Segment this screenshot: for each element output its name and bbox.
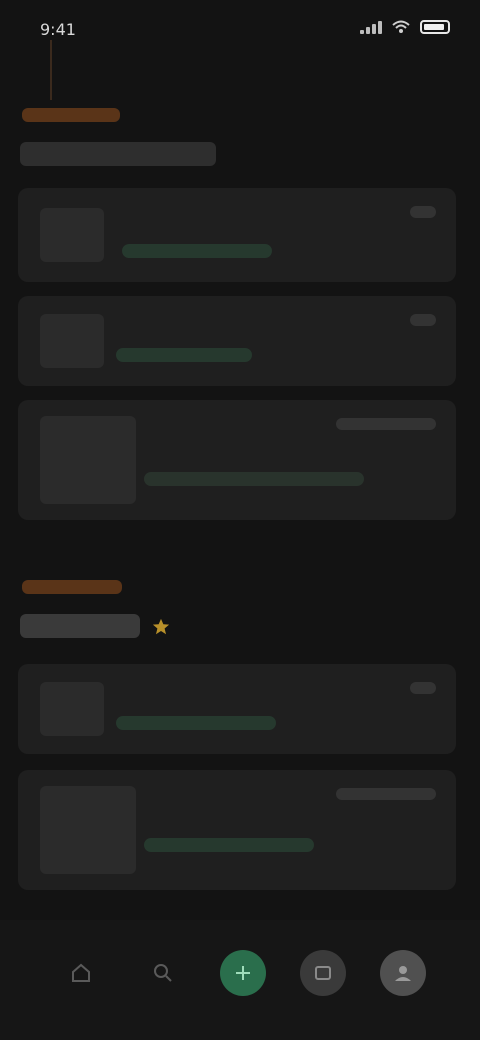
notification-card-4[interactable] [18,664,456,754]
card-thumbnail [40,314,104,368]
notification-card-2[interactable] [18,296,456,386]
nav-inbox-button[interactable] [300,950,346,996]
bottom-nav [0,920,480,1040]
status-icons [360,20,450,34]
nav-search-button[interactable] [140,950,186,996]
status-time: 9:41 [40,20,76,39]
notification-card-5[interactable] [18,770,456,890]
inbox-icon [315,966,331,980]
status-bar: 9:41 [0,0,480,60]
card-time-block [336,788,436,800]
home-icon [72,963,90,982]
battery-icon [420,20,450,34]
section-1-eyebrow-block [22,108,120,122]
card-time-block [410,682,436,694]
card-text-block [122,244,272,258]
card-text-block [144,472,364,486]
card-text-block [116,716,276,730]
wifi-icon [392,20,410,33]
notification-card-3[interactable] [18,400,456,520]
card-thumbnail [40,416,136,504]
card-time-block [410,314,436,326]
card-time-block [410,206,436,218]
search-icon [154,964,172,982]
notification-card-1[interactable] [18,188,456,282]
signal-icon [360,20,382,34]
card-text-block [144,838,314,852]
section-1-title-block [20,142,216,166]
card-thumbnail [40,208,104,262]
section-2-title-block [20,614,140,638]
nav-home-button[interactable] [58,950,104,996]
section-2-eyebrow-block [22,580,122,594]
plus-icon [236,966,250,980]
card-thumbnail [40,786,136,874]
nav-create-button[interactable] [220,950,266,996]
thread-line [50,40,52,100]
card-thumbnail [40,682,104,736]
star-icon [152,618,170,635]
nav-profile-button[interactable] [380,950,426,996]
app-screen: 9:41 [0,0,480,1040]
profile-icon [395,966,411,981]
card-time-block [336,418,436,430]
card-text-block [116,348,252,362]
